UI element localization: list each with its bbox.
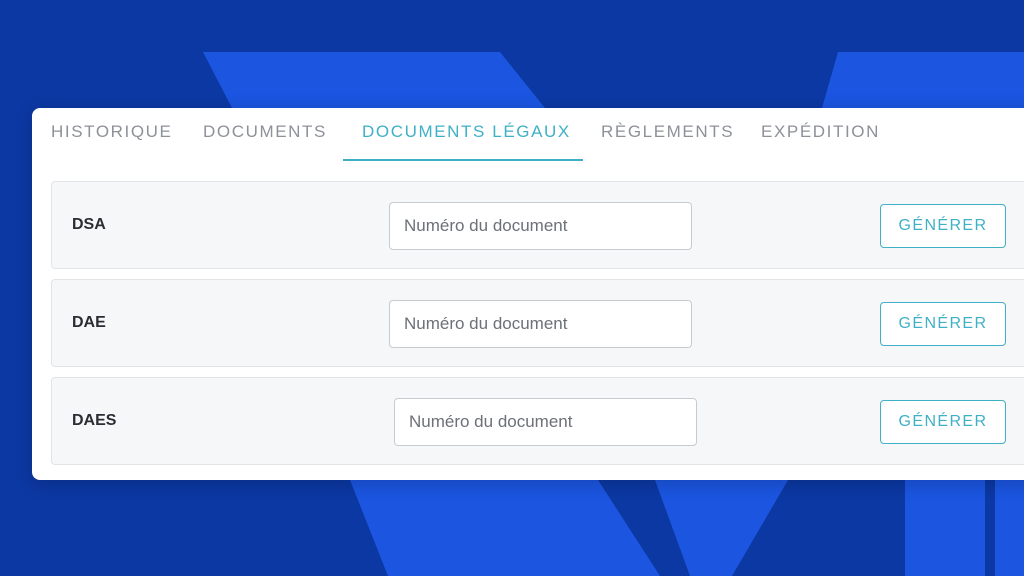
document-number-input[interactable] bbox=[389, 300, 692, 348]
row-label: DSA bbox=[72, 216, 106, 233]
active-tab-indicator bbox=[343, 159, 583, 161]
generate-button[interactable]: GÉNÉRER bbox=[880, 400, 1006, 444]
generate-button[interactable]: GÉNÉRER bbox=[880, 204, 1006, 248]
tab-documents-legaux[interactable]: DOCUMENTS LÉGAUX bbox=[362, 108, 571, 160]
tab-bar: HISTORIQUE DOCUMENTS DOCUMENTS LÉGAUX RÈ… bbox=[32, 108, 1024, 162]
tab-reglements[interactable]: RÈGLEMENTS bbox=[601, 108, 734, 160]
document-number-input[interactable] bbox=[389, 202, 692, 250]
document-row-dsa: DSA GÉNÉRER bbox=[51, 181, 1024, 269]
document-row-daes: DAES GÉNÉRER bbox=[51, 377, 1024, 465]
tab-expedition[interactable]: EXPÉDITION bbox=[761, 108, 880, 160]
document-number-input[interactable] bbox=[394, 398, 697, 446]
row-label: DAE bbox=[72, 314, 106, 331]
document-row-dae: DAE GÉNÉRER bbox=[51, 279, 1024, 367]
tab-documents[interactable]: DOCUMENTS bbox=[203, 108, 327, 160]
generate-button[interactable]: GÉNÉRER bbox=[880, 302, 1006, 346]
legal-documents-panel: HISTORIQUE DOCUMENTS DOCUMENTS LÉGAUX RÈ… bbox=[32, 108, 1024, 480]
tab-historique[interactable]: HISTORIQUE bbox=[51, 108, 172, 160]
row-label: DAES bbox=[72, 412, 117, 429]
